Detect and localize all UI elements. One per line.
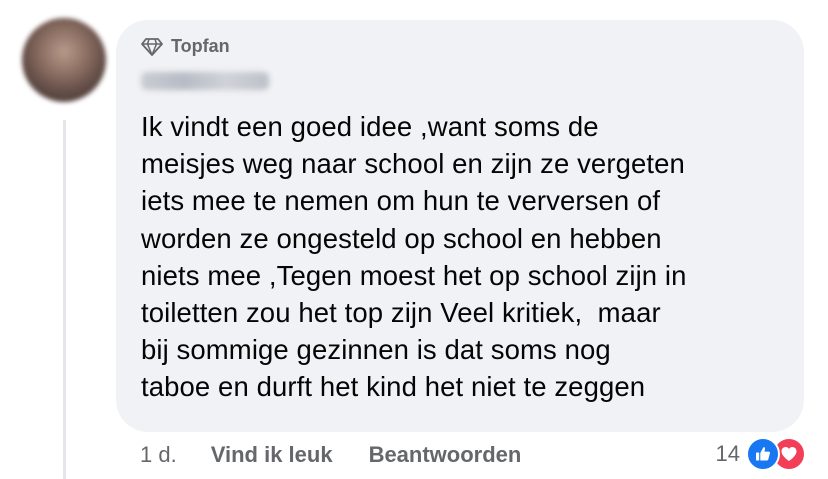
timestamp[interactable]: 1 d. [140, 442, 177, 468]
comment-text: Ik vindt een goed idee ,want soms de mei… [141, 111, 687, 403]
reply-button[interactable]: Beantwoorden [369, 442, 522, 468]
comment-actions: 1 d. Vind ik leuk Beantwoorden [140, 442, 557, 468]
comment-bubble: Topfan Ik vindt een goed idee ,want soms… [116, 20, 804, 432]
like-icon [746, 437, 780, 471]
badge-label: Topfan [171, 36, 230, 56]
diamond-icon [141, 37, 163, 56]
reaction-count: 14 [715, 441, 740, 466]
like-button[interactable]: Vind ik leuk [211, 442, 333, 468]
avatar[interactable] [22, 18, 106, 102]
reactions-summary[interactable]: 14 [716, 437, 806, 471]
thread-line [63, 120, 66, 479]
topfan-badge[interactable]: Topfan [141, 36, 230, 57]
author-name-blurred[interactable] [141, 72, 269, 90]
